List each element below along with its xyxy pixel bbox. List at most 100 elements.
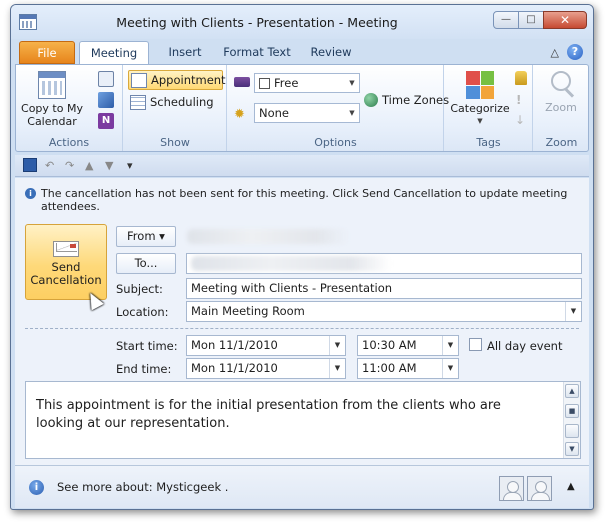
notes-scrollbar[interactable]: ▲ ■ ▼ bbox=[563, 382, 580, 458]
onenote-icon[interactable]: N bbox=[98, 113, 114, 129]
form-divider bbox=[25, 328, 579, 329]
categorize-button[interactable]: Categorize ▼ bbox=[449, 71, 511, 128]
notes-editor[interactable]: This appointment is for the initial pres… bbox=[25, 381, 581, 459]
end-time-value: 11:00 AM bbox=[362, 361, 417, 375]
scroll-thumb[interactable] bbox=[565, 424, 579, 438]
avatar[interactable] bbox=[527, 476, 552, 501]
close-button[interactable]: ✕ bbox=[543, 11, 587, 29]
minimize-ribbon-icon[interactable]: △ bbox=[551, 46, 559, 59]
scroll-up-icon[interactable]: ▲ bbox=[565, 384, 579, 398]
tab-review[interactable]: Review bbox=[301, 41, 361, 64]
show-as-dropdown[interactable]: Free ▼ bbox=[254, 73, 360, 93]
avatar[interactable] bbox=[499, 476, 524, 501]
location-input[interactable]: Main Meeting Room ▼ bbox=[186, 301, 582, 322]
magnifier-icon bbox=[551, 71, 575, 98]
window-title: Meeting with Clients - Presentation - Me… bbox=[116, 15, 398, 30]
chevron-down-icon: ▼ bbox=[477, 117, 483, 125]
zoom-button[interactable]: Zoom bbox=[538, 71, 584, 114]
notes-body[interactable]: This appointment is for the initial pres… bbox=[36, 397, 550, 433]
ribbon-help-area: △ ? bbox=[551, 44, 583, 60]
start-time-picker[interactable]: 10:30 AM ▼ bbox=[357, 335, 459, 356]
tags-group-label: Tags bbox=[476, 136, 501, 149]
chevron-down-icon[interactable]: ▼ bbox=[329, 336, 345, 355]
end-date-value: Mon 11/1/2010 bbox=[191, 361, 278, 375]
next-item-icon[interactable]: ▼ bbox=[105, 159, 113, 172]
start-time-label: Start time: bbox=[116, 339, 178, 353]
outlook-meeting-window: Meeting with Clients - Presentation - Me… bbox=[10, 4, 594, 510]
reminder-value: None bbox=[259, 106, 290, 120]
scheduling-label: Scheduling bbox=[150, 95, 214, 109]
save-icon[interactable] bbox=[23, 158, 37, 172]
send-cancellation-button[interactable]: Send Cancellation bbox=[25, 224, 107, 300]
tab-format-text[interactable]: Format Text bbox=[217, 41, 297, 64]
expand-people-pane-icon[interactable]: ▲ bbox=[567, 481, 575, 492]
chevron-down-icon[interactable]: ▼ bbox=[329, 359, 345, 378]
end-time-picker[interactable]: 11:00 AM ▼ bbox=[357, 358, 459, 379]
info-bar-text: The cancellation has not been sent for t… bbox=[41, 187, 568, 213]
scheduling-icon bbox=[130, 95, 146, 110]
redo-icon[interactable]: ↷ bbox=[65, 159, 74, 172]
zoom-label: Zoom bbox=[545, 101, 577, 114]
maximize-button[interactable]: □ bbox=[518, 11, 544, 29]
customize-qat-icon[interactable]: ▾ bbox=[127, 159, 133, 172]
private-lock-icon[interactable] bbox=[515, 71, 527, 85]
envelope-icon bbox=[53, 241, 79, 257]
calendar-app-icon[interactable] bbox=[19, 14, 37, 30]
all-day-event-checkbox[interactable] bbox=[469, 338, 482, 351]
scroll-page-icon[interactable]: ■ bbox=[565, 404, 579, 418]
subject-input[interactable]: Meeting with Clients - Presentation bbox=[186, 278, 582, 299]
previous-item-icon[interactable]: ▲ bbox=[85, 159, 93, 172]
chevron-down-icon[interactable]: ▼ bbox=[565, 302, 581, 321]
appointment-icon bbox=[131, 73, 147, 88]
start-date-value: Mon 11/1/2010 bbox=[191, 338, 278, 352]
people-pane: i See more about: Mysticgeek . ▲ bbox=[15, 465, 589, 508]
from-button[interactable]: From ▾ bbox=[116, 226, 176, 247]
location-label: Location: bbox=[116, 305, 169, 319]
send-cancellation-label: Send Cancellation bbox=[30, 260, 102, 287]
title-bar: Meeting with Clients - Presentation - Me… bbox=[11, 5, 593, 39]
info-icon: i bbox=[29, 480, 44, 495]
appointment-label: Appointment bbox=[151, 73, 226, 87]
ribbon-tabs: File Meeting Insert Format Text Review △… bbox=[11, 39, 593, 65]
group-actions: Copy to My Calendar N Actions bbox=[16, 65, 123, 151]
start-date-picker[interactable]: Mon 11/1/2010 ▼ bbox=[186, 335, 346, 356]
categorize-icon bbox=[466, 71, 494, 99]
people-pane-text: See more about: Mysticgeek . bbox=[57, 480, 229, 494]
scheduling-button[interactable]: Scheduling bbox=[128, 93, 223, 113]
appointment-button[interactable]: Appointment bbox=[128, 70, 226, 90]
tab-insert[interactable]: Insert bbox=[157, 41, 213, 64]
start-time-value: 10:30 AM bbox=[362, 338, 417, 352]
globe-icon bbox=[364, 93, 378, 107]
scroll-down-icon[interactable]: ▼ bbox=[565, 442, 579, 456]
show-as-icon bbox=[234, 77, 250, 87]
meeting-form: i The cancellation has not been sent for… bbox=[15, 178, 589, 508]
tab-meeting[interactable]: Meeting bbox=[79, 41, 149, 65]
free-color-swatch bbox=[259, 78, 270, 89]
actions-group-label: Actions bbox=[48, 136, 90, 149]
minimize-button[interactable]: — bbox=[493, 11, 519, 29]
ribbon: Copy to My Calendar N Actions Appointmen… bbox=[15, 64, 589, 152]
to-value-blurred bbox=[191, 256, 391, 271]
reminder-dropdown[interactable]: None ▼ bbox=[254, 103, 360, 123]
time-zones-button[interactable]: Time Zones bbox=[364, 93, 449, 107]
end-time-label: End time: bbox=[116, 362, 172, 376]
low-importance-icon[interactable]: ↓ bbox=[515, 113, 531, 129]
reminder-bell-icon: ✹ bbox=[234, 107, 245, 122]
delete-icon[interactable] bbox=[98, 92, 114, 108]
help-icon[interactable]: ? bbox=[567, 44, 583, 60]
forward-icon[interactable] bbox=[98, 71, 114, 87]
chevron-down-icon[interactable]: ▼ bbox=[442, 336, 458, 355]
tab-file[interactable]: File bbox=[19, 41, 75, 64]
high-importance-icon[interactable]: ! bbox=[516, 93, 524, 109]
to-button[interactable]: To... bbox=[116, 253, 176, 274]
chevron-down-icon[interactable]: ▼ bbox=[442, 359, 458, 378]
copy-to-my-calendar-label: Copy to My Calendar bbox=[21, 102, 83, 128]
group-zoom: Zoom Zoom bbox=[534, 65, 589, 151]
zoom-group-label: Zoom bbox=[545, 136, 578, 149]
info-bar: i The cancellation has not been sent for… bbox=[25, 187, 575, 213]
copy-to-my-calendar-button[interactable]: Copy to My Calendar bbox=[20, 71, 84, 128]
undo-icon[interactable]: ↶ bbox=[45, 159, 54, 172]
quick-access-toolbar: ↶ ↷ ▲ ▼ ▾ bbox=[15, 155, 589, 177]
copy-calendar-icon bbox=[38, 71, 66, 99]
end-date-picker[interactable]: Mon 11/1/2010 ▼ bbox=[186, 358, 346, 379]
